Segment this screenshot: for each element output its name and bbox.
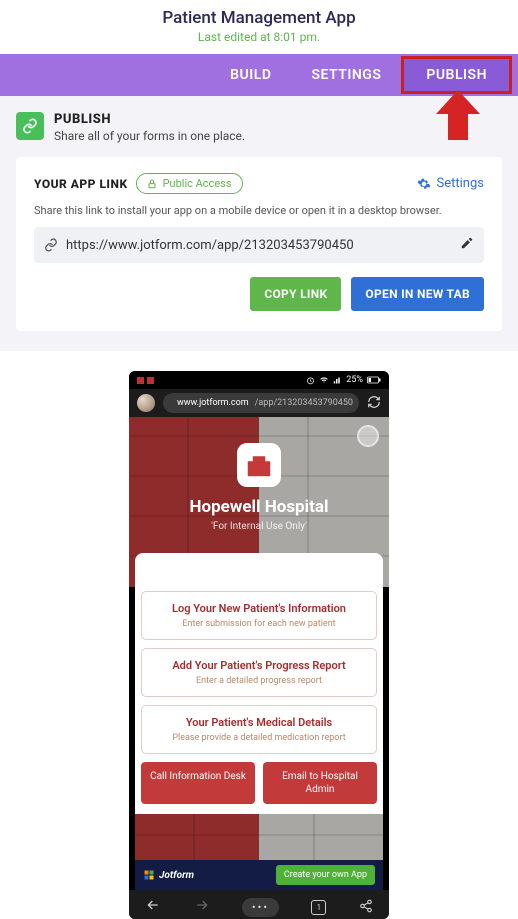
jotform-logo: Jotform (143, 869, 194, 881)
app-hero: Hopewell Hospital 'For Internal Use Only… (129, 417, 389, 587)
last-edited: Last edited at 8:01 pm. (0, 30, 518, 44)
option-subtitle: Enter a detailed progress report (148, 676, 370, 686)
your-app-link-heading: YOUR APP LINK (34, 177, 128, 191)
hero-badge-icon (357, 425, 379, 447)
option-subtitle: Please provide a detailed medication rep… (148, 733, 370, 743)
call-desk-button[interactable]: Call Information Desk (141, 762, 255, 804)
annotation-arrow-icon (436, 90, 480, 144)
phone-preview: 25% www.jotform.com/app/213203453790450 … (129, 371, 389, 919)
battery-icon (367, 376, 381, 384)
publish-title: PUBLISH (54, 112, 245, 127)
share-note: Share this link to install your app on a… (34, 204, 484, 217)
open-new-tab-button[interactable]: OPEN IN NEW TAB (351, 277, 484, 311)
option-title: Log Your New Patient's Information (148, 602, 370, 615)
option-log-patient[interactable]: Log Your New Patient's Information Enter… (141, 591, 377, 640)
nav-share-button[interactable] (359, 898, 373, 917)
pencil-icon (460, 236, 474, 250)
hospital-icon (237, 443, 281, 487)
option-title: Add Your Patient's Progress Report (148, 659, 370, 672)
refresh-icon (367, 395, 381, 409)
option-subtitle: Enter submission for each new patient (148, 619, 370, 629)
lock-icon (147, 179, 157, 189)
email-admin-button[interactable]: Email to Hospital Admin (263, 762, 377, 804)
tab-count-button[interactable]: 1 (311, 900, 326, 915)
app-title: Patient Management App (0, 8, 518, 28)
promo-bar: Jotform Create your own App (135, 860, 383, 890)
hero-subtitle: 'For Internal Use Only' (129, 521, 389, 532)
link-small-icon (44, 238, 58, 252)
option-medical-details[interactable]: Your Patient's Medical Details Please pr… (141, 705, 377, 754)
battery-text: 25% (346, 375, 363, 385)
browser-address-bar: www.jotform.com/app/213203453790450 (129, 389, 389, 417)
settings-link[interactable]: Settings (417, 176, 484, 191)
app-url-text: https://www.jotform.com/app/213203453790… (66, 238, 452, 253)
public-access-label: Public Access (163, 177, 232, 190)
publish-subtitle: Share all of your forms in one place. (54, 129, 245, 143)
notification-icons (137, 377, 154, 384)
hero-footer-strip (135, 814, 383, 860)
wifi-icon (319, 376, 329, 385)
tab-settings[interactable]: SETTINGS (291, 54, 401, 96)
options-panel: Log Your New Patient's Information Enter… (135, 587, 383, 814)
tab-publish-label: PUBLISH (404, 59, 509, 91)
refresh-button[interactable] (367, 394, 381, 413)
phone-status-bar: 25% (129, 371, 389, 389)
alarm-icon (306, 376, 315, 385)
url-path: /app/213203453790450 (255, 398, 353, 408)
logo-icon (143, 869, 155, 881)
create-app-button[interactable]: Create your own App (276, 865, 375, 885)
hero-title: Hopewell Hospital (129, 497, 389, 517)
settings-label: Settings (437, 176, 484, 191)
url-domain: www.jotform.com (177, 398, 249, 408)
nav-menu-button[interactable]: ••• (242, 898, 279, 917)
tab-publish[interactable]: PUBLISH (401, 56, 512, 94)
app-header: Patient Management App Last edited at 8:… (0, 0, 518, 44)
profile-avatar[interactable] (137, 394, 155, 412)
signal-icon (333, 376, 342, 385)
gear-icon (417, 177, 431, 191)
share-icon (359, 899, 373, 913)
copy-link-button[interactable]: COPY LINK (250, 277, 341, 311)
arrow-left-icon (145, 897, 161, 913)
option-title: Your Patient's Medical Details (148, 716, 370, 729)
app-link-card: YOUR APP LINK Public Access Settings Sha… (16, 157, 502, 331)
browser-nav-bar: ••• 1 (129, 890, 389, 919)
app-url-field[interactable]: https://www.jotform.com/app/213203453790… (34, 227, 484, 263)
nav-forward-button[interactable] (194, 897, 210, 917)
brand-name: Jotform (159, 870, 194, 881)
edit-url-button[interactable] (460, 236, 474, 254)
public-access-chip[interactable]: Public Access (136, 173, 243, 194)
arrow-right-icon (194, 897, 210, 913)
nav-back-button[interactable] (145, 897, 161, 917)
url-pill[interactable]: www.jotform.com/app/213203453790450 (163, 393, 359, 413)
option-progress-report[interactable]: Add Your Patient's Progress Report Enter… (141, 648, 377, 697)
link-icon (16, 112, 44, 140)
tab-build[interactable]: BUILD (210, 54, 291, 96)
